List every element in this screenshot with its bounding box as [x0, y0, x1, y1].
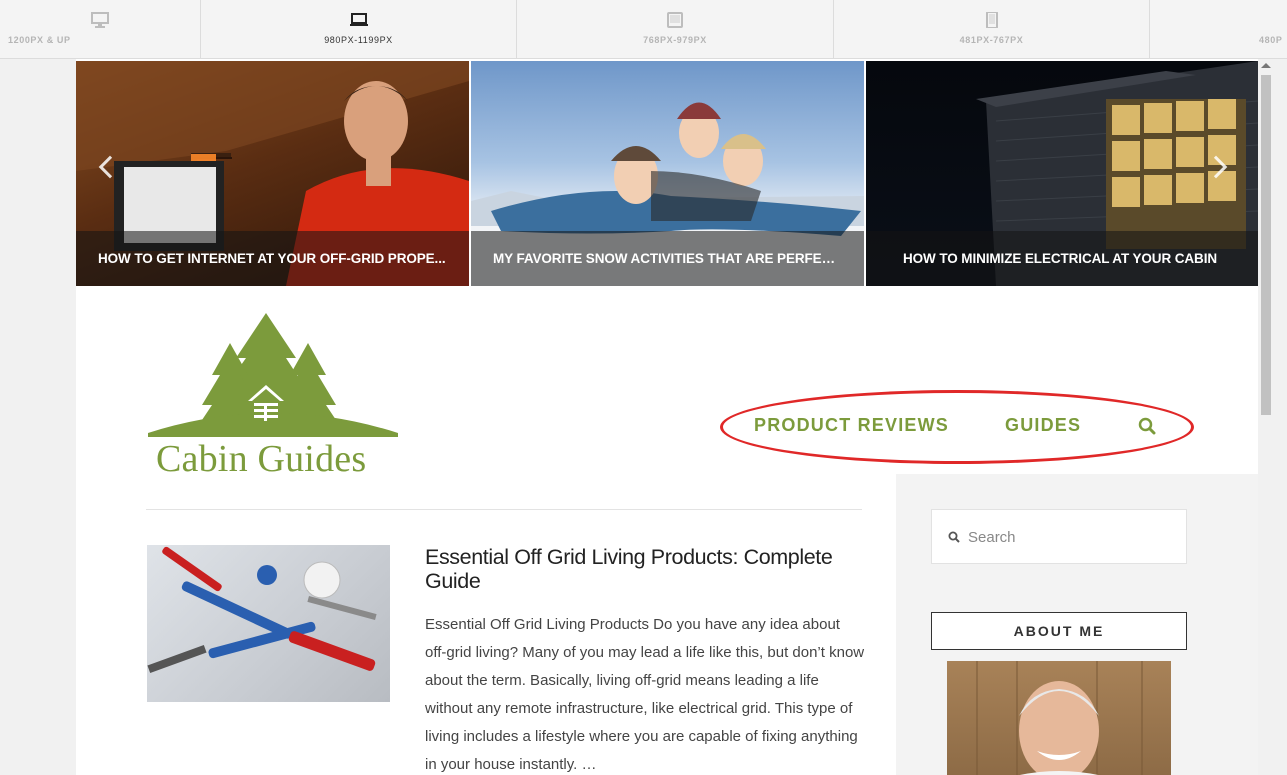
- responsive-tab-1200[interactable]: 1200PX & UP: [0, 0, 201, 58]
- tablet-landscape-icon: [667, 12, 683, 28]
- slide-caption[interactable]: HOW TO GET INTERNET AT YOUR OFF-GRID PRO…: [76, 231, 469, 286]
- featured-slider: HOW TO GET INTERNET AT YOUR OFF-GRID PRO…: [76, 61, 1258, 286]
- about-me-photo: [947, 661, 1171, 775]
- sidebar-search: [931, 509, 1187, 564]
- logo-text[interactable]: Cabin Guides: [156, 437, 366, 481]
- scrollbar-thumb[interactable]: [1261, 75, 1271, 415]
- laptop-icon: [349, 13, 368, 26]
- desktop-icon: [91, 12, 109, 28]
- responsive-tab-481[interactable]: 481PX-767PX: [834, 0, 1150, 58]
- search-input[interactable]: [968, 524, 1168, 550]
- responsive-toolbar: 1200PX & UP 980PX-1199PX 768PX-979PX 481…: [0, 0, 1287, 59]
- responsive-tab-label: 980PX-1199PX: [324, 35, 393, 45]
- tablet-portrait-icon: [985, 12, 998, 28]
- slide-caption[interactable]: MY FAVORITE SNOW ACTIVITIES THAT ARE PER…: [471, 231, 864, 286]
- responsive-tab-480[interactable]: 480P: [1150, 0, 1287, 58]
- page-scrollbar[interactable]: [1258, 59, 1287, 775]
- slide-caption[interactable]: HOW TO MINIMIZE ELECTRICAL AT YOUR CABIN: [866, 231, 1258, 286]
- scroll-up-icon[interactable]: [1261, 63, 1271, 68]
- search-icon: [948, 531, 960, 543]
- post-excerpt: Essential Off Grid Living Products Do yo…: [425, 616, 865, 773]
- responsive-tab-label: 481PX-767PX: [959, 35, 1024, 45]
- slide-internet[interactable]: HOW TO GET INTERNET AT YOUR OFF-GRID PRO…: [76, 61, 469, 286]
- responsive-tab-980[interactable]: 980PX-1199PX: [201, 0, 517, 58]
- about-me-heading: ABOUT ME: [931, 612, 1187, 650]
- slide-snow[interactable]: MY FAVORITE SNOW ACTIVITIES THAT ARE PER…: [471, 61, 864, 286]
- responsive-tab-768[interactable]: 768PX-979PX: [517, 0, 834, 58]
- post-title[interactable]: Essential Off Grid Living Products: Comp…: [425, 545, 855, 593]
- page-frame: HOW TO GET INTERNET AT YOUR OFF-GRID PRO…: [76, 59, 1258, 775]
- about-photo-image: [976, 661, 1143, 775]
- responsive-tab-label: 1200PX & UP: [8, 35, 71, 45]
- annotation-oval: [720, 390, 1194, 464]
- post-thumbnail[interactable]: [147, 545, 390, 702]
- slide-cabin[interactable]: HOW TO MINIMIZE ELECTRICAL AT YOUR CABIN: [866, 61, 1258, 286]
- header-divider: [146, 509, 862, 510]
- responsive-tab-label: 480P: [1259, 35, 1283, 45]
- responsive-tab-label: 768PX-979PX: [643, 35, 707, 45]
- post-thumbnail-image: [147, 546, 377, 674]
